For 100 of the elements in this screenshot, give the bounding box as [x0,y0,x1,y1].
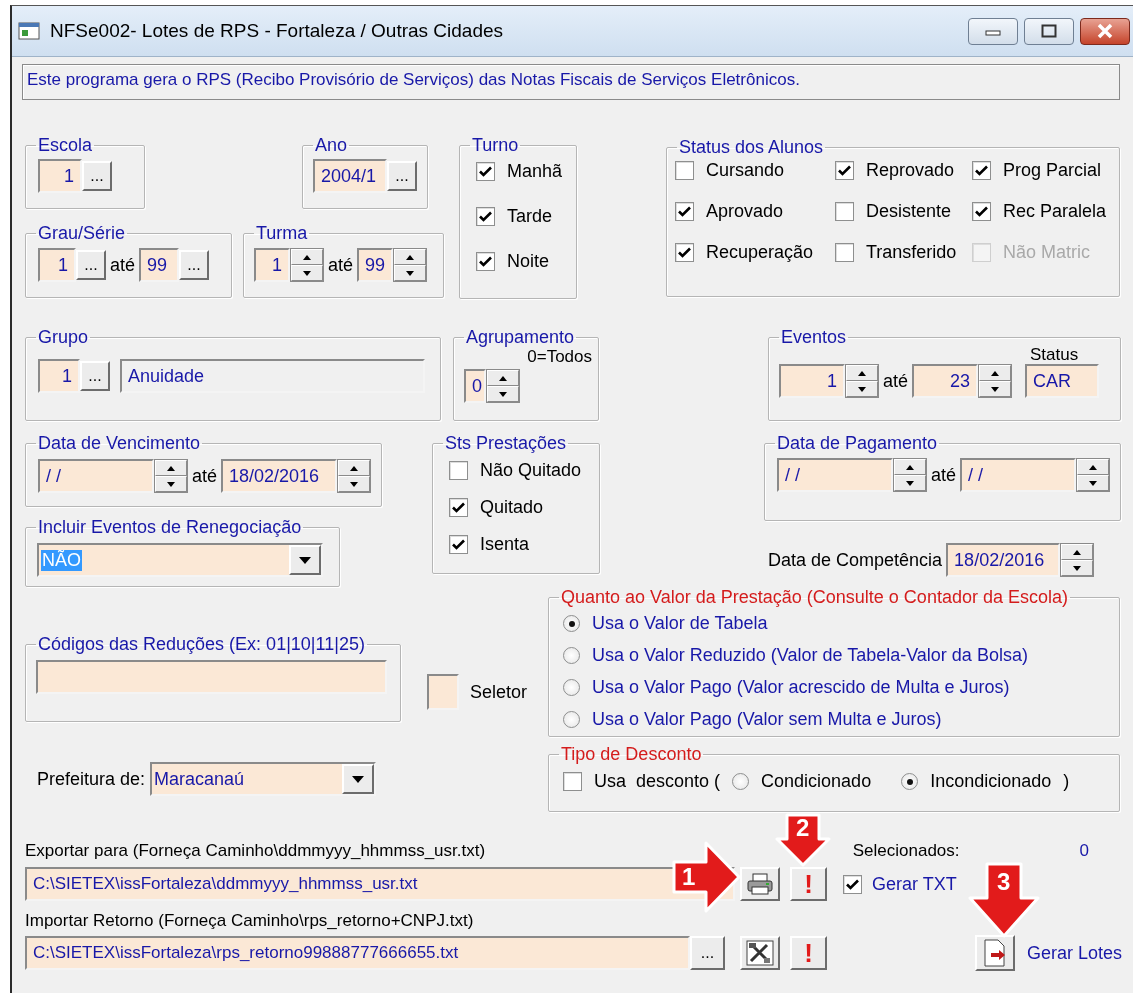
checkbox-label[interactable]: Não Quitado [480,460,582,481]
radio-label[interactable]: Usa o Valor Pago (Valor sem Multa e Juros) [592,709,942,730]
spin-button[interactable] [337,459,372,493]
dropdown-button[interactable] [342,764,375,794]
tools-button[interactable] [740,936,780,970]
checkbox-label[interactable]: Desistente [866,201,952,222]
input-field[interactable]: C:\SIETEX\issFortaleza\rps_retorno99888777666655.txt [25,936,690,970]
spin-button[interactable] [290,248,324,282]
radio-label[interactable]: Usa o Valor Pago (Valor acrescido de Multa e Juros) [592,677,1010,698]
spin-button[interactable] [845,364,879,398]
checkbox-label[interactable]: Aprovado [706,201,784,222]
spin-button[interactable] [393,248,428,282]
input-field[interactable]: 23 [912,364,979,398]
checkbox[interactable] [449,535,468,554]
alert-button[interactable]: ! [790,936,827,970]
checkbox-label[interactable]: Rec Paralela [1003,201,1107,222]
radio-label[interactable]: Usa o Valor Reduzido (Valor de Tabela-Valor da Bolsa) [592,645,1028,666]
checkbox[interactable] [843,874,862,894]
input-field[interactable]: 1 [38,359,80,393]
print-button[interactable] [740,867,780,901]
generate-button[interactable] [975,935,1015,971]
spin-button[interactable] [893,458,927,492]
tools-icon [746,940,774,966]
radio-button[interactable] [563,647,580,664]
checkbox-label[interactable]: Gerar TXT [872,873,957,895]
radio-button[interactable] [563,615,580,632]
input-field[interactable]: 18/02/2016 [221,459,338,493]
input-field[interactable]: 1 [254,248,290,282]
input-field[interactable]: / / [38,459,154,493]
checkbox[interactable] [675,202,694,221]
dropdown-button[interactable] [289,545,321,576]
caret-up-icon [1073,549,1082,555]
checkbox-label[interactable]: Noite [507,251,550,272]
checkbox[interactable] [835,202,854,221]
browse-button[interactable]: ... [82,161,112,191]
field-label: Prefeitura de: [37,768,146,790]
spin-button[interactable] [1076,458,1111,492]
alert-button[interactable]: ! [790,867,827,901]
input-field[interactable]: 99 [139,248,180,282]
browse-button[interactable]: ... [76,250,106,280]
checkbox-label[interactable]: Reprovado [866,160,955,181]
checkbox[interactable] [563,772,582,791]
checkbox-label[interactable]: Transferido [866,242,957,263]
input-field[interactable]: 18/02/2016 [946,543,1061,577]
input-field[interactable]: 1 [38,159,82,193]
input-field[interactable] [36,660,387,694]
radio-button[interactable] [563,711,580,728]
checkbox[interactable] [476,162,495,181]
radio-button[interactable] [563,679,580,696]
checkbox-label[interactable]: Quitado [480,497,544,518]
input-field[interactable]: 2004/1 [313,159,387,193]
checkbox-label[interactable]: Cursando [706,160,785,181]
action-link[interactable]: Gerar Lotes [1027,942,1123,964]
radio-label[interactable]: Incondicionado [930,771,1052,792]
spin-button[interactable] [978,364,1013,398]
checkbox-label[interactable]: Tarde [507,206,553,227]
browse-button[interactable]: ... [80,361,110,391]
check-icon [452,539,465,550]
dropdown-field[interactable]: Maracanaú [150,762,377,796]
minimize-button[interactable] [968,17,1018,45]
checkbox-label[interactable]: Usa desconto ( [594,771,721,792]
input-field[interactable]: 0 [464,369,486,403]
close-button[interactable] [1080,17,1130,45]
checkbox[interactable] [675,243,694,262]
browse-button[interactable]: ... [690,936,725,970]
checkbox[interactable] [675,161,694,180]
input-field[interactable]: Anuidade [120,359,425,393]
checkbox[interactable] [835,161,854,180]
input-field[interactable]: / / [777,458,893,492]
checkbox[interactable] [476,207,495,226]
spin-button[interactable] [1060,543,1095,577]
browse-button[interactable]: ... [387,161,417,191]
checkbox[interactable] [476,252,495,271]
field-label: Data de Competência [768,549,943,571]
checkbox-field[interactable] [427,674,459,710]
input-field[interactable]: 1 [779,364,845,398]
close-icon [1096,23,1114,39]
checkbox-label[interactable]: Recuperação [706,242,814,263]
maximize-button[interactable] [1024,17,1074,45]
caret-up-icon [350,465,359,471]
checkbox[interactable] [835,243,854,262]
input-field[interactable]: 99 [357,248,394,282]
input-field[interactable]: / / [960,458,1077,492]
checkbox-label[interactable]: Manhã [507,161,563,182]
radio-label[interactable]: Usa o Valor de Tabela [592,613,768,634]
input-field[interactable]: CAR [1025,364,1100,398]
checkbox[interactable] [449,461,468,480]
spin-button[interactable] [486,369,520,403]
radio-button[interactable] [901,773,919,790]
browse-button[interactable]: ... [179,250,210,280]
caret-up-icon [858,370,866,376]
checkbox-label[interactable]: Prog Parcial [1003,160,1102,181]
checkbox[interactable] [972,161,991,180]
checkbox[interactable] [449,498,468,517]
checkbox-label[interactable]: Isenta [480,534,530,555]
radio-label[interactable]: Condicionado [761,771,872,792]
checkbox[interactable] [972,202,991,221]
radio-button[interactable] [732,773,750,790]
input-field[interactable]: 1 [38,248,76,282]
spin-button[interactable] [154,459,188,493]
